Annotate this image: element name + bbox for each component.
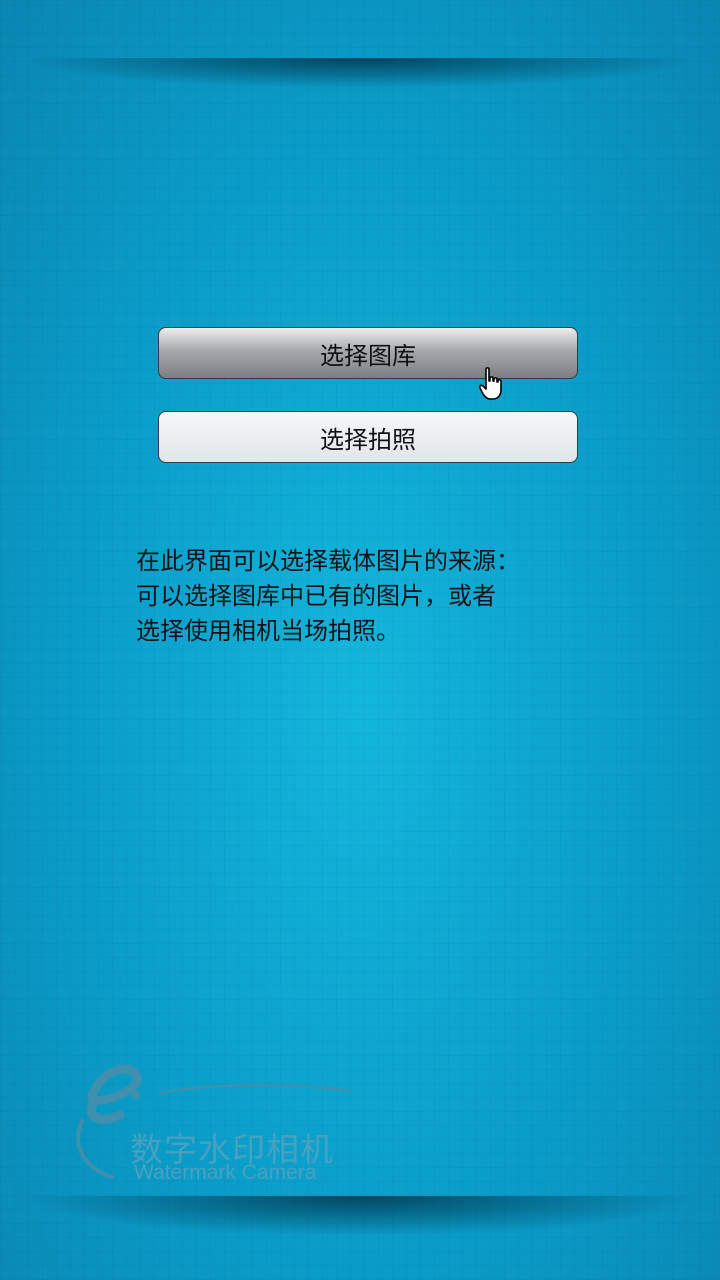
description-line-1: 在此界面可以选择载体图片的来源： [136, 547, 520, 575]
logo-name-en: Watermark Camera [134, 1161, 317, 1184]
description-line-2: 可以选择图库中已有的图片，或者 [136, 582, 496, 610]
select-camera-label: 选择拍照 [320, 425, 416, 454]
select-camera-button[interactable]: 选择拍照 [158, 411, 578, 463]
description-line-3: 选择使用相机当场拍照。 [136, 617, 400, 645]
hand-pointer-icon [478, 367, 502, 400]
select-gallery-label: 选择图库 [320, 341, 416, 370]
app-logo: 数字水印相机 Watermark Camera [72, 1055, 372, 1195]
select-gallery-button[interactable]: 选择图库 [158, 327, 578, 379]
top-shadow [30, 58, 690, 88]
description-text: 在此界面可以选择载体图片的来源： 可以选择图库中已有的图片，或者 选择使用相机当… [136, 544, 606, 649]
bottom-shadow [30, 1196, 690, 1236]
